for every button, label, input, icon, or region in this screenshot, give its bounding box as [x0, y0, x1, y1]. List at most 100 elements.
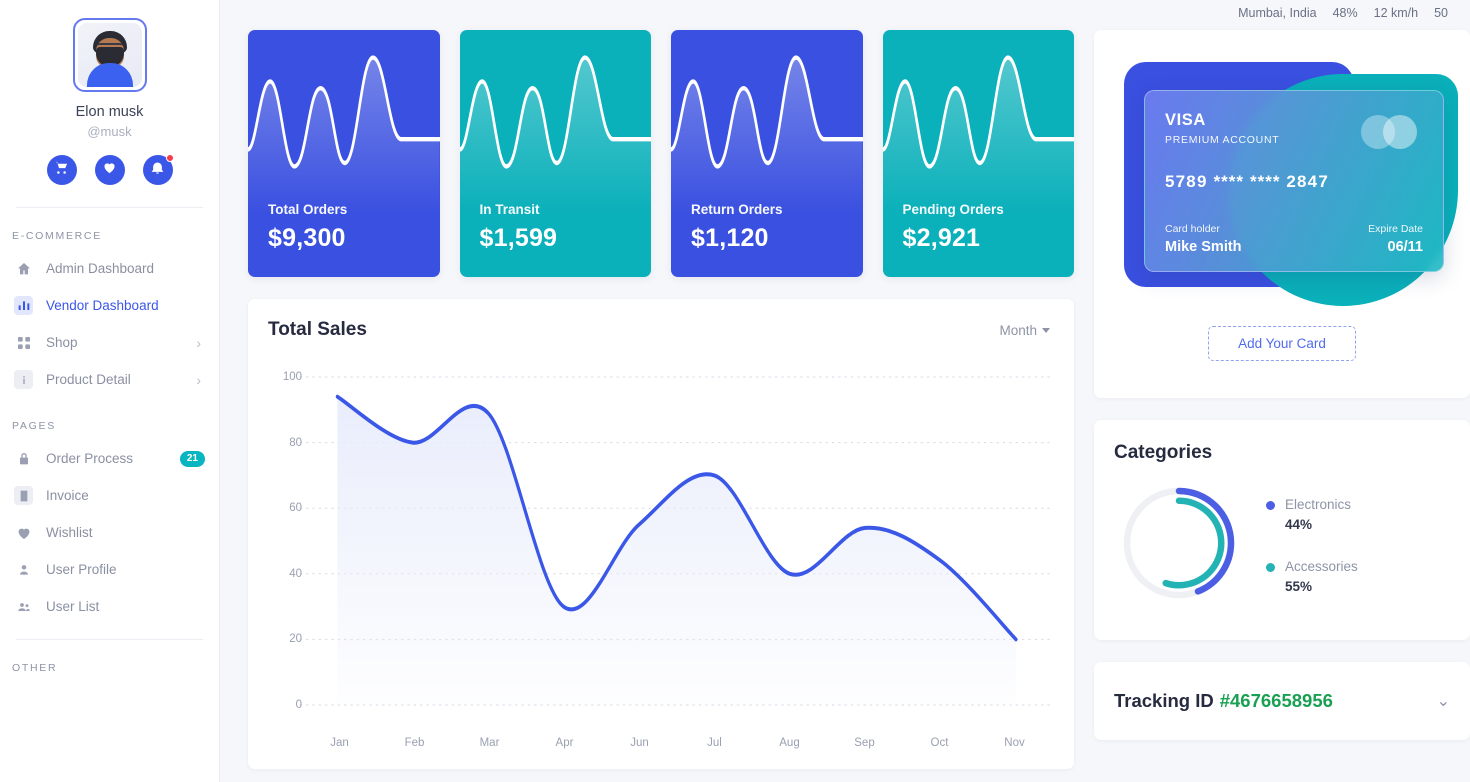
stat-cards-row: Total Orders $9,300 In Transit $1,599 Re…: [248, 30, 1074, 277]
sidebar-item-admin-dashboard[interactable]: Admin Dashboard: [0, 250, 219, 287]
card-holder-name: Mike Smith: [1165, 239, 1242, 255]
info-icon: [14, 370, 33, 389]
sales-range-dropdown[interactable]: Month: [999, 323, 1050, 338]
card-number-part1: 5789: [1165, 172, 1208, 191]
sidebar-item-user-profile[interactable]: User Profile: [0, 551, 219, 588]
card-number-part2: 2847: [1286, 172, 1329, 191]
profile-name: Elon musk: [75, 104, 144, 120]
total-sales-chart: 0 20 40 60 80 100 Jan Feb Mar Apr Jun Jul Aug Sep Oct…: [268, 367, 1060, 767]
chart-x-tick: Feb: [404, 737, 425, 749]
chart-y-tick: 80: [289, 436, 302, 449]
stat-card-value: $1,120: [691, 224, 769, 252]
chevron-down-icon[interactable]: ⌄: [1437, 691, 1450, 711]
content-grid: Total Orders $9,300 In Transit $1,599 Re…: [220, 0, 1470, 782]
categories-title: Categories: [1114, 442, 1213, 463]
tracking-panel[interactable]: Tracking ID #4676658956 ⌄: [1094, 662, 1470, 740]
card-expire-date: 06/11: [1387, 239, 1424, 255]
legend-item-electronics: Electronics 44%: [1266, 496, 1358, 532]
sales-range-label: Month: [999, 322, 1037, 338]
wishlist-button[interactable]: [94, 155, 125, 185]
stat-card-label: Pending Orders: [902, 202, 1004, 217]
stat-card-total-orders[interactable]: Total Orders $9,300: [248, 30, 440, 277]
chart-x-tick: Aug: [779, 737, 800, 749]
nav-section-title-ecommerce: E-COMMERCE: [12, 230, 102, 242]
stat-card-label: Return Orders: [691, 202, 783, 217]
card-holder-label: Card holder: [1165, 223, 1220, 235]
sparkline-icon: [882, 55, 1074, 214]
legend-percent: 55%: [1285, 579, 1313, 594]
card-number-mask1: ****: [1213, 172, 1245, 191]
sidebar-item-label: User Profile: [46, 562, 117, 577]
heart-icon: [102, 160, 117, 180]
chart-x-tick: Oct: [930, 737, 949, 749]
chart-y-tick: 20: [289, 633, 302, 646]
add-card-button[interactable]: Add Your Card: [1208, 326, 1356, 361]
bar-chart-icon: [14, 296, 33, 315]
sidebar-item-label: Shop: [46, 335, 78, 350]
card-expire-label: Expire Date: [1368, 223, 1423, 235]
categories-panel: Categories Electronics 44% Accessories 5…: [1094, 420, 1470, 640]
users-icon: [14, 597, 33, 616]
nav-section-title-other: OTHER: [12, 662, 58, 674]
sidebar-item-label: Product Detail: [46, 372, 131, 387]
document-icon: [14, 486, 33, 505]
lock-icon: [14, 449, 33, 468]
dashboard-root: Elon musk @musk E-COMMERCE Admin Dashboa…: [0, 0, 1470, 782]
stat-card-value: $2,921: [902, 224, 981, 252]
card-number: 5789 **** **** 2847: [1165, 172, 1423, 192]
cart-button[interactable]: [46, 155, 77, 185]
stat-card-value: $1,599: [479, 224, 558, 252]
tracking-label: Tracking ID: [1114, 690, 1214, 711]
sidebar-item-product-detail[interactable]: Product Detail ›: [0, 361, 219, 398]
chart-x-tick: Sep: [854, 737, 875, 749]
sidebar-item-shop[interactable]: Shop ›: [0, 324, 219, 361]
stat-card-return-orders[interactable]: Return Orders $1,120: [671, 30, 863, 277]
heart-icon: [14, 523, 33, 542]
sidebar-item-order-process[interactable]: Order Process 21: [0, 440, 219, 477]
cart-icon: [54, 160, 69, 180]
credit-card-panel: VISA PREMIUM ACCOUNT 5789 **** **** 2847: [1094, 30, 1470, 398]
legend-label: Electronics: [1285, 497, 1352, 512]
stat-card-label: Total Orders: [268, 202, 348, 217]
weather-strip: Mumbai, India 48% 12 km/h 50: [1238, 0, 1470, 20]
profile-action-buttons: [0, 154, 219, 185]
chart-x-tick: Nov: [1004, 737, 1025, 749]
bell-icon: [150, 160, 165, 180]
stat-card-label: In Transit: [479, 202, 540, 217]
stat-card-in-transit[interactable]: In Transit $1,599: [459, 30, 651, 277]
sidebar-item-vendor-dashboard[interactable]: Vendor Dashboard: [0, 287, 219, 324]
chart-y-tick: 60: [289, 502, 302, 515]
credit-card[interactable]: VISA PREMIUM ACCOUNT 5789 **** **** 2847: [1144, 90, 1444, 272]
chart-y-tick: 40: [289, 567, 302, 580]
legend-label: Accessories: [1285, 559, 1358, 574]
weather-temp: 50: [1434, 6, 1448, 20]
stat-card-pending-orders[interactable]: Pending Orders $2,921: [882, 30, 1074, 277]
sidebar-item-invoice[interactable]: Invoice: [0, 477, 219, 514]
avatar[interactable]: [72, 18, 147, 92]
total-sales-card: Total Sales Month 0 20 40 60 80 100 Jan Feb Mar…: [248, 299, 1074, 769]
sparkline-icon: [248, 55, 440, 214]
chart-y-tick: 100: [282, 371, 302, 383]
user-icon: [14, 560, 33, 579]
weather-location: Mumbai, India: [1238, 6, 1317, 20]
notifications-button[interactable]: [142, 154, 174, 185]
main-content: Mumbai, India 48% 12 km/h 50 Total Order…: [220, 0, 1470, 782]
chart-x-tick: Jan: [330, 737, 349, 749]
profile-handle: @musk: [87, 124, 132, 139]
card-expire-block: Expire Date 06/11: [1368, 223, 1423, 255]
sales-line-chart: [299, 376, 1054, 706]
sparkline-icon: [459, 55, 651, 214]
chart-x-tick: Jul: [707, 737, 722, 749]
mastercard-logo-icon: [1361, 115, 1423, 149]
chevron-right-icon: ›: [196, 371, 201, 388]
legend-dot-icon: [1266, 501, 1275, 510]
sidebar-item-label: Wishlist: [46, 525, 93, 540]
right-column: VISA PREMIUM ACCOUNT 5789 **** **** 2847: [1094, 30, 1470, 782]
categories-body: Electronics 44% Accessories 55%: [1114, 478, 1450, 608]
sidebar-item-wishlist[interactable]: Wishlist: [0, 514, 219, 551]
sidebar-item-user-list[interactable]: User List: [0, 588, 219, 625]
sidebar-item-label: Order Process: [46, 451, 134, 466]
chart-y-axis: 0 20 40 60 80 100: [268, 367, 302, 719]
card-number-mask2: ****: [1249, 172, 1281, 191]
categories-legend: Electronics 44% Accessories 55%: [1266, 492, 1358, 594]
